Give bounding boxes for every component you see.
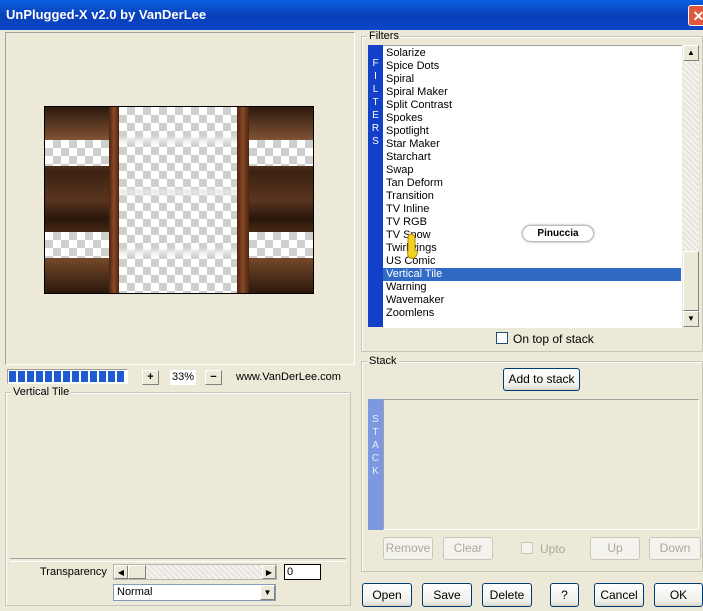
on-top-checkbox[interactable] — [496, 332, 508, 344]
filter-item[interactable]: Solarize — [386, 47, 426, 60]
cursor-hand-icon — [405, 232, 419, 260]
cancel-button[interactable]: Cancel — [594, 583, 644, 607]
filter-item[interactable]: Spokes — [386, 112, 423, 125]
divider — [10, 558, 346, 562]
clear-button[interactable]: Clear — [443, 537, 493, 560]
website-link[interactable]: www.VanDerLee.com — [236, 370, 341, 385]
delete-button[interactable]: Delete — [482, 583, 532, 607]
filter-item[interactable]: Warning — [386, 281, 427, 294]
tile-divider — [237, 107, 249, 293]
stack-side-bar: S T A C K — [368, 399, 383, 530]
progress-segment — [9, 371, 16, 382]
progress-segment — [63, 371, 70, 382]
preview-panel — [5, 32, 355, 365]
filters-side-label: F I L T E R S — [371, 58, 380, 147]
tile-transparent — [249, 140, 313, 166]
filter-item[interactable]: TV RGB — [386, 216, 427, 229]
filter-item[interactable]: Spotlight — [386, 125, 429, 138]
zoom-in-button[interactable]: + — [142, 370, 159, 385]
scroll-up-arrow[interactable]: ▲ — [683, 45, 699, 61]
tile-transparent — [45, 140, 109, 166]
filter-item[interactable]: Spiral — [386, 73, 414, 86]
tile-column-left — [45, 107, 109, 293]
slider-right-arrow[interactable]: ▶ — [262, 565, 276, 579]
blend-mode-value: Normal — [117, 586, 153, 598]
stack-group-label: Stack — [367, 355, 399, 367]
filter-item[interactable]: Split Contrast — [386, 99, 452, 112]
watermark-text: Pinuccia — [537, 228, 579, 239]
progress-bar — [7, 369, 128, 384]
progress-segment — [99, 371, 106, 382]
down-button[interactable]: Down — [649, 537, 701, 560]
preview-image — [44, 106, 314, 294]
progress-segment — [108, 371, 115, 382]
chevron-down-icon[interactable]: ▼ — [260, 585, 275, 600]
filters-group-label: Filters — [367, 30, 401, 42]
zoom-value: 33% — [170, 370, 196, 385]
close-button[interactable]: ✕ — [688, 5, 703, 26]
window-title: UnPlugged-X v2.0 by VanDerLee — [6, 7, 207, 22]
slider-left-arrow[interactable]: ◀ — [114, 565, 128, 579]
filter-item[interactable]: Transition — [386, 190, 434, 203]
transparency-input[interactable]: 0 — [284, 564, 321, 580]
progress-segment — [117, 371, 124, 382]
progress-segment — [18, 371, 25, 382]
progress-fill — [9, 371, 126, 382]
progress-segment — [36, 371, 43, 382]
filter-item[interactable]: TV Inline — [386, 203, 429, 216]
filter-item[interactable]: Tan Deform — [386, 177, 443, 190]
upto-checkbox[interactable] — [521, 542, 533, 554]
filters-scrollbar[interactable]: ▲ ▼ — [683, 45, 699, 327]
filter-item-selected[interactable]: Vertical Tile — [383, 268, 681, 281]
scroll-down-arrow[interactable]: ▼ — [683, 311, 699, 327]
ok-button[interactable]: OK — [654, 583, 703, 607]
tile-divider — [109, 107, 119, 293]
filter-item[interactable]: Star Maker — [386, 138, 440, 151]
filters-side-bar: F I L T E R S — [368, 45, 383, 327]
progress-segment — [90, 371, 97, 382]
blend-mode-select[interactable]: Normal ▼ — [113, 584, 276, 601]
tile-transparent — [45, 232, 109, 258]
stack-list[interactable] — [383, 399, 699, 530]
progress-segment — [81, 371, 88, 382]
tile-column-right — [249, 107, 313, 293]
open-button[interactable]: Open — [362, 583, 412, 607]
tile-transparent — [249, 232, 313, 258]
filter-item[interactable]: Wavemaker — [386, 294, 444, 307]
filter-item[interactable]: Swap — [386, 164, 414, 177]
remove-button[interactable]: Remove — [383, 537, 433, 560]
save-button[interactable]: Save — [422, 583, 472, 607]
title-bar: UnPlugged-X v2.0 by VanDerLee ✕ — [0, 0, 703, 30]
stack-side-label: S T A C K — [371, 414, 380, 477]
filter-item[interactable]: Zoomlens — [386, 307, 434, 320]
transparency-label: Transparency — [40, 566, 107, 578]
scroll-thumb[interactable] — [683, 251, 699, 311]
progress-segment — [27, 371, 34, 382]
filters-list[interactable]: Solarize Spice Dots Spiral Spiral Maker Spli… — [383, 45, 682, 328]
add-to-stack-button[interactable]: Add to stack — [503, 368, 580, 391]
tile-band — [119, 247, 237, 257]
parameters-group-label: Vertical Tile — [11, 386, 72, 398]
filter-item[interactable]: Spiral Maker — [386, 86, 448, 99]
progress-segment — [45, 371, 52, 382]
tile-band — [119, 187, 237, 197]
transparency-slider[interactable]: ◀ ▶ — [113, 564, 277, 580]
progress-segment — [72, 371, 79, 382]
upto-label: Upto — [540, 542, 566, 556]
slider-thumb[interactable] — [128, 565, 146, 579]
zoom-out-button[interactable]: − — [205, 370, 222, 385]
tile-band — [119, 135, 237, 145]
filter-item[interactable]: Starchart — [386, 151, 431, 164]
up-button[interactable]: Up — [590, 537, 640, 560]
watermark-badge: Pinuccia — [523, 226, 593, 241]
filter-item[interactable]: Spice Dots — [386, 60, 439, 73]
help-button[interactable]: ? — [550, 583, 579, 607]
progress-segment — [54, 371, 61, 382]
on-top-label: On top of stack — [513, 332, 594, 346]
